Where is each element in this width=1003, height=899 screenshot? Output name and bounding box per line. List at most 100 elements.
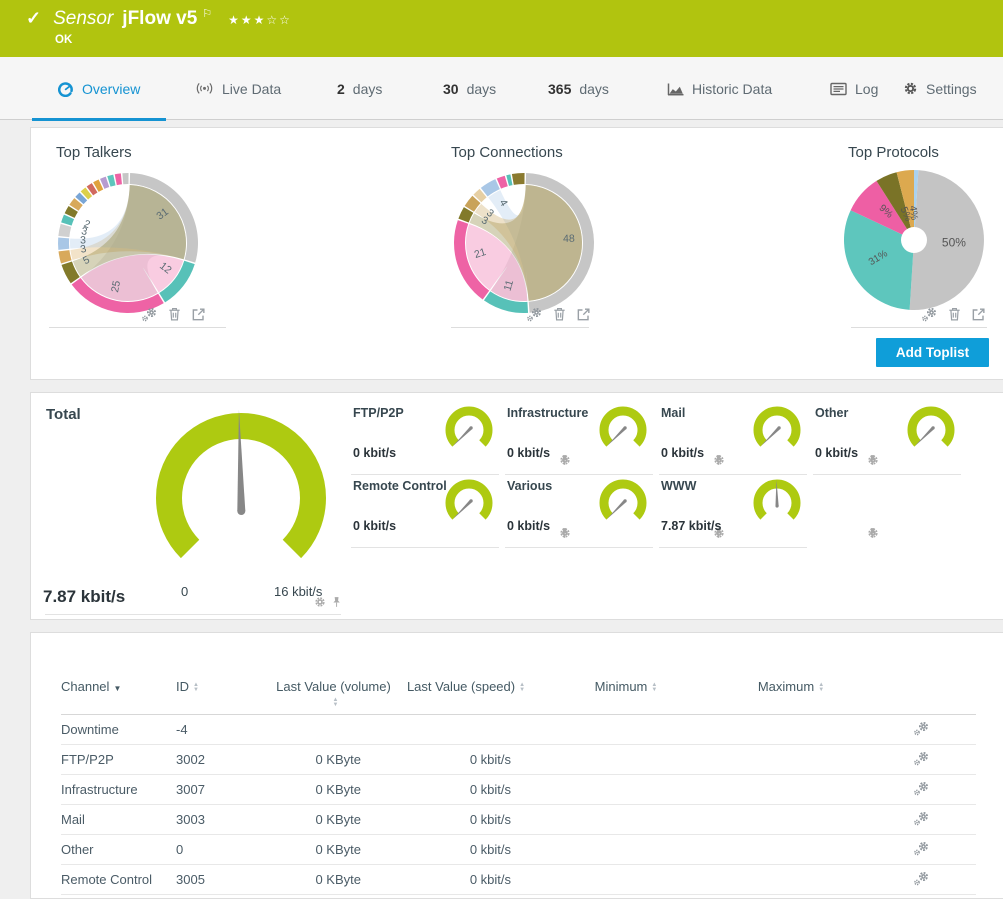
tab-settings[interactable]: Settings: [877, 57, 1003, 120]
trash-icon[interactable]: [947, 306, 962, 322]
cell-id: -4: [176, 722, 276, 737]
tab-30-days[interactable]: 30 days: [417, 57, 522, 120]
gauge-arc: [604, 484, 642, 516]
cell-id: 3007: [176, 782, 276, 797]
top-connections-chart[interactable]: 481121334: [449, 168, 599, 318]
table-row-infrastructure[interactable]: Infrastructure30070 KByte0 kbit/s: [61, 775, 976, 805]
table-row-mail[interactable]: Mail30030 KByte0 kbit/s: [61, 805, 976, 835]
col-id[interactable]: ID▲▼: [176, 679, 276, 694]
tab-number: 2: [337, 81, 345, 97]
external-link-icon[interactable]: [576, 307, 591, 322]
chord-label: 2: [82, 218, 92, 231]
col-maximum[interactable]: Maximum▲▼: [711, 679, 871, 694]
channel-settings-gears-icon[interactable]: [913, 810, 930, 826]
total-gauge-value: 7.87 kbit/s: [43, 587, 125, 607]
tab-historic-data[interactable]: Historic Data: [641, 57, 798, 120]
col-minimum[interactable]: Minimum▲▼: [541, 679, 711, 694]
cell-id: 3003: [176, 812, 276, 827]
cell-speed: 0 kbit/s: [391, 752, 541, 767]
divider: [45, 614, 341, 615]
tab-overview[interactable]: Overview: [32, 57, 166, 120]
cell-channel: Downtime: [61, 722, 176, 737]
cell-volume: 0 KByte: [276, 812, 391, 827]
cell-volume: 0 KByte: [276, 752, 391, 767]
cell-channel: Infrastructure: [61, 782, 176, 797]
col-channel[interactable]: Channel▼: [61, 679, 176, 694]
gear-icon: [903, 81, 918, 96]
add-toplist-button[interactable]: Add Toplist: [876, 338, 989, 367]
tab-label: Live Data: [222, 81, 281, 97]
chord-segment: [58, 238, 69, 250]
channel-value: 0 kbit/s: [507, 519, 550, 533]
cell-id: 0: [176, 842, 276, 857]
channel-title: Various: [507, 479, 552, 493]
cell-speed: 0 kbit/s: [391, 872, 541, 887]
gauge-cell-remote-control: Remote Control0 kbit/s: [351, 474, 499, 540]
chord-segment: [58, 224, 71, 237]
chord-label: 48: [563, 233, 575, 245]
external-link-icon[interactable]: [971, 307, 986, 322]
tab-2-days[interactable]: 2 days: [311, 57, 408, 120]
divider: [505, 547, 653, 548]
top-talkers-chart[interactable]: 31122553332: [53, 168, 203, 318]
gauge-toolbar: [314, 596, 342, 608]
channel-value: 0 kbit/s: [353, 446, 396, 460]
channel-settings-gears-icon[interactable]: [913, 870, 930, 886]
tab-label: Overview: [82, 81, 140, 97]
status-badge: OK: [55, 34, 72, 46]
cell-id: 3005: [176, 872, 276, 887]
historic-data-icon: [667, 82, 684, 96]
cell-volume: 0 KByte: [276, 872, 391, 887]
channel-gauge: [595, 404, 651, 456]
col-last-value-speed[interactable]: Last Value (speed)▲▼: [391, 679, 541, 694]
gauge-arc: [604, 411, 642, 443]
gauge-cell-ftp-p2p: FTP/P2P0 kbit/s: [351, 401, 499, 467]
channel-value: 7.87 kbit/s: [661, 519, 721, 533]
table-row-other[interactable]: Other00 KByte0 kbit/s: [61, 835, 976, 865]
channel-settings-gears-icon[interactable]: [913, 840, 930, 856]
tab-365-days[interactable]: 365 days: [522, 57, 635, 120]
cell-speed: 0 kbit/s: [391, 782, 541, 797]
gauge-arc: [912, 411, 950, 443]
channel-settings-gears-icon[interactable]: [913, 780, 930, 796]
toplist-title: Top Protocols: [848, 144, 939, 161]
divider: [813, 474, 961, 475]
trash-icon[interactable]: [552, 306, 567, 322]
trash-icon[interactable]: [167, 306, 182, 322]
gauge-cell-other: Other0 kbit/s: [813, 401, 961, 467]
col-last-value-volume[interactable]: Last Value (volume)▲▼: [276, 679, 391, 709]
channel-title: Other: [815, 406, 848, 420]
gears-icon[interactable]: [141, 306, 158, 322]
channel-gauge: [749, 477, 805, 529]
gauge-arc: [450, 411, 488, 443]
gauge-cell-infrastructure: Infrastructure0 kbit/s: [505, 401, 653, 467]
channel-value: 0 kbit/s: [507, 446, 550, 460]
tab-live-data[interactable]: Live Data: [169, 57, 307, 120]
pin-icon[interactable]: [331, 596, 342, 608]
gauge-min-label: 0: [181, 584, 188, 599]
gears-icon[interactable]: [526, 306, 543, 322]
total-gauge: [136, 401, 346, 591]
priority-stars[interactable]: ★★★☆☆: [228, 13, 292, 27]
top-protocols-chart[interactable]: 50%31%9%5%4%: [839, 165, 989, 315]
cell-id: 3002: [176, 752, 276, 767]
channel-settings-gears-icon[interactable]: [913, 720, 930, 736]
toplist-title: Top Connections: [451, 144, 563, 161]
tab-number: 365: [548, 81, 571, 97]
divider: [659, 547, 807, 548]
gauge-arc: [450, 484, 488, 516]
external-link-icon[interactable]: [191, 307, 206, 322]
gears-icon[interactable]: [921, 306, 938, 322]
tab-number: 30: [443, 81, 459, 97]
total-gauge-title: Total: [46, 406, 81, 423]
table-row-ftp-p2p[interactable]: FTP/P2P30020 KByte0 kbit/s: [61, 745, 976, 775]
sensor-name: jFlow v5: [122, 8, 197, 30]
channel-settings-gears-icon[interactable]: [913, 750, 930, 766]
channel-title: Remote Control: [353, 479, 447, 493]
gear-icon[interactable]: [314, 596, 326, 608]
toplist-title: Top Talkers: [56, 144, 132, 161]
gauge-icon: [58, 81, 74, 97]
table-row-remote-control[interactable]: Remote Control30050 KByte0 kbit/s: [61, 865, 976, 895]
flag-icon[interactable]: ⚐: [202, 7, 212, 20]
table-row-downtime[interactable]: Downtime-4: [61, 715, 976, 745]
